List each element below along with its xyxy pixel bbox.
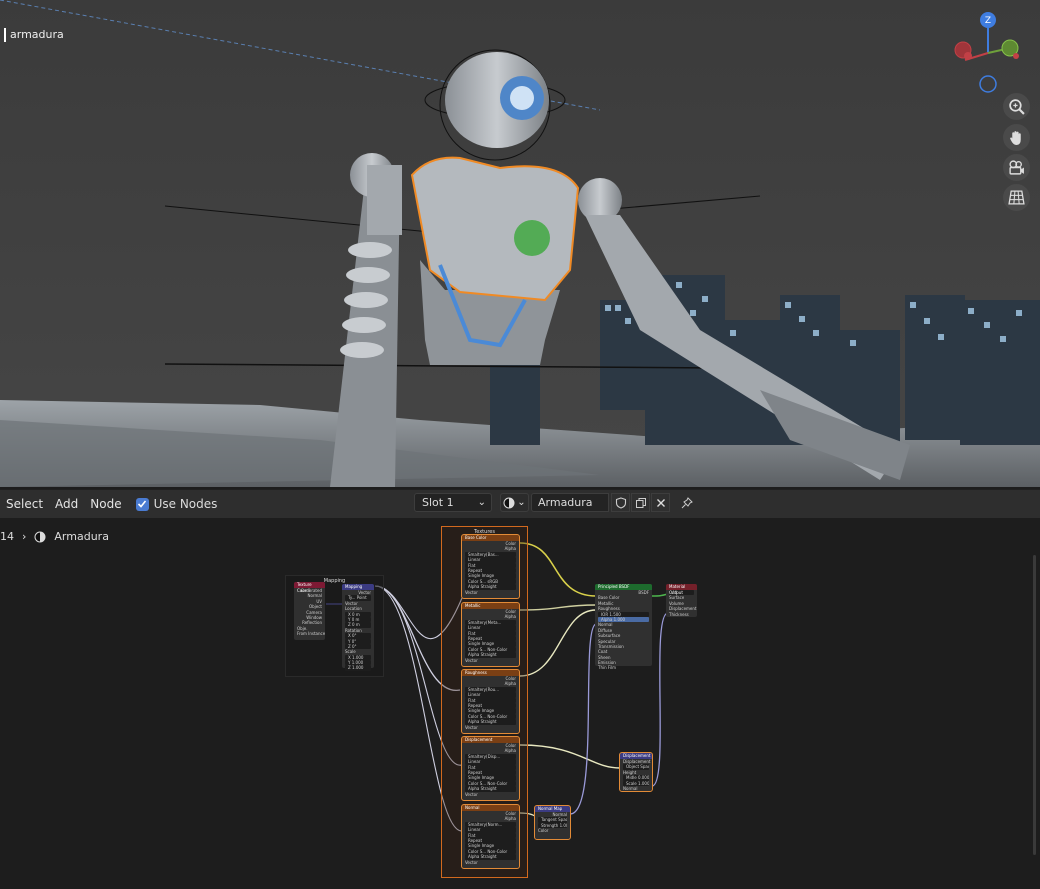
source-dropdown[interactable]: Single Image: [465, 641, 516, 647]
interpolation-dropdown[interactable]: Linear: [465, 625, 516, 631]
node-image-base-color[interactable]: Base Color Color Alpha Smaltery(Bas... L…: [461, 534, 520, 599]
interpolation-dropdown[interactable]: Linear: [465, 692, 516, 698]
socket-label: Alpha: [504, 681, 516, 687]
orthographic-grid-icon[interactable]: [1003, 184, 1030, 211]
node-texture-coordinate[interactable]: Texture Coordi. Generated Normal UV Obje…: [294, 582, 325, 640]
space-dropdown[interactable]: Object Space: [623, 764, 649, 770]
interpolation-dropdown[interactable]: Linear: [465, 759, 516, 765]
material-name-field[interactable]: Armadura: [531, 493, 609, 512]
socket-label: Roughness: [598, 606, 620, 612]
node-canvas[interactable]: Mapping Texture Coordi. Generated Normal…: [0, 518, 1040, 889]
zoom-icon[interactable]: [1003, 93, 1030, 120]
material-slot-dropdown[interactable]: Slot 1 ⌄: [414, 493, 492, 512]
scale-z-field[interactable]: Z 1.000: [345, 665, 371, 671]
node-principled-bsdf[interactable]: Principled BSDF BSDF Base Color Metallic…: [595, 584, 652, 670]
slot-value: Slot 1: [422, 496, 454, 509]
socket-label: Displacement: [669, 606, 697, 612]
socket-label: Vector: [465, 791, 478, 797]
section-label: Location: [345, 606, 362, 612]
node-image-normal[interactable]: Normal Color Alpha Smaltery(Norm... Line…: [461, 804, 520, 869]
node-image-roughness[interactable]: Roughness Color Alpha Smaltery(Rou... Li…: [461, 669, 520, 734]
chevron-down-icon: ⌄: [477, 497, 486, 508]
node-mapping[interactable]: Mapping Vector Ty... Point Vector Locati…: [342, 584, 374, 671]
socket-label: Color: [538, 828, 549, 834]
material-sphere-icon: [503, 497, 515, 508]
socket-label: Alpha: [504, 816, 516, 822]
source-dropdown[interactable]: Single Image: [465, 573, 516, 579]
socket-label: Vector: [465, 859, 478, 865]
interpolation-dropdown[interactable]: Linear: [465, 827, 516, 833]
node-image-metallic[interactable]: Metallic Color Alpha Smaltery(Meta... Li…: [461, 602, 520, 667]
use-nodes-label[interactable]: Use Nodes: [154, 497, 218, 511]
chevron-down-icon: ⌄: [517, 497, 526, 508]
menu-select[interactable]: Select: [0, 497, 49, 511]
shield-icon[interactable]: [611, 493, 630, 512]
source-dropdown[interactable]: Single Image: [465, 708, 516, 714]
hand-pan-icon[interactable]: [1003, 124, 1030, 151]
socket-label: Vector: [465, 724, 478, 730]
3d-viewport[interactable]: armadura Z: [0, 0, 1040, 487]
browse-material-button[interactable]: ⌄: [500, 493, 529, 512]
close-icon[interactable]: [651, 493, 670, 512]
rotation-x-field[interactable]: X 0°: [345, 633, 371, 639]
duplicate-icon[interactable]: [631, 493, 650, 512]
navigation-gizmo[interactable]: Z: [950, 10, 1030, 95]
camera-view-icon[interactable]: [1003, 154, 1030, 181]
space-dropdown[interactable]: Tangent Space: [538, 817, 567, 823]
source-dropdown[interactable]: Single Image: [465, 843, 516, 849]
socket-label: Vector: [465, 657, 478, 663]
menu-node[interactable]: Node: [84, 497, 127, 511]
node-normal-map[interactable]: Normal Map Normal Tangent Space Strength…: [534, 805, 571, 840]
socket-label: Alpha: [504, 748, 516, 754]
pin-icon[interactable]: [677, 493, 696, 512]
socket-label: Alpha: [504, 546, 516, 552]
panel-thin-film[interactable]: Thin Film: [595, 665, 652, 670]
socket-label: Thickness: [669, 611, 689, 617]
midlevel-field[interactable]: Midle 0.000: [623, 775, 649, 781]
node-image-displacement[interactable]: Displacement Color Alpha Smaltery(Disp..…: [461, 736, 520, 801]
socket-label: Vector: [465, 589, 478, 595]
node-displacement[interactable]: Displacement Displacement Object Space H…: [619, 752, 653, 792]
menu-add[interactable]: Add: [49, 497, 84, 511]
z-axis-label: Z: [985, 16, 991, 26]
socket-label: Alpha: [504, 614, 516, 620]
vertical-scrollbar[interactable]: [1033, 555, 1036, 855]
use-nodes-checkbox[interactable]: [135, 497, 149, 511]
interpolation-dropdown[interactable]: Linear: [465, 557, 516, 563]
source-dropdown[interactable]: Single Image: [465, 775, 516, 781]
scene-render: [0, 0, 1040, 487]
socket-label: Normal: [623, 785, 638, 791]
from-instancer-checkbox[interactable]: From Instancer: [294, 631, 325, 636]
node-material-output[interactable]: Material Output All Surface Volume Displ…: [666, 584, 697, 617]
active-object-label: armadura: [4, 28, 64, 42]
section-label: Scale: [345, 649, 356, 655]
